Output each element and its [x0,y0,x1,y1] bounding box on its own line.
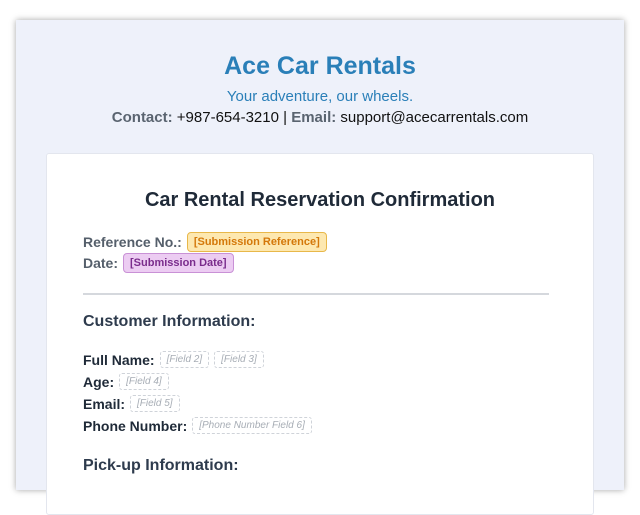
contact-phone: +987-654-3210 [176,109,279,126]
phone-field[interactable]: [Phone Number Field 6] [192,417,312,434]
contact-email[interactable]: support@acecarrentals.com [340,109,528,126]
reservation-title: Car Rental Reservation Confirmation [144,189,496,211]
age-field[interactable]: [Field 4] [119,373,169,390]
email-row: Email: [Field 5] [83,395,180,412]
age-row: Age: [Field 4] [83,373,169,390]
company-name: Ace Car Rentals [224,52,416,80]
document-page: Ace Car Rentals Your adventure, our whee… [16,20,624,515]
date-row: Date: [Submission Date] [83,253,234,273]
section-divider [83,293,549,295]
contact-label: Contact: [111,109,173,126]
phone-row: Phone Number: [Phone Number Field 6] [83,417,312,434]
first-name-field[interactable]: [Field 2] [159,351,210,368]
last-name-field[interactable]: [Field 3] [214,351,264,368]
email-label: Email: [291,109,337,126]
age-label: Age: [83,373,115,390]
contact-line: Contact: +987-654-3210 | Email: support@… [16,109,624,126]
phone-label: Phone Number: [83,417,188,434]
company-tagline: Your adventure, our wheels. [226,88,414,105]
contact-separator: | [283,109,288,126]
email-field[interactable]: [Field 5] [130,395,180,412]
full-name-label: Full Name: [83,351,155,368]
customer-email-label: Email: [83,395,126,412]
reservation-card: Car Rental Reservation Confirmation Refe… [46,153,594,515]
pickup-section-title: Pick-up Information: [83,457,239,474]
reference-badge: [Submission Reference] [186,232,327,252]
customer-section-title: Customer Information: [83,313,256,330]
date-label: Date: [83,255,119,271]
date-badge: [Submission Date] [123,253,234,273]
reference-label: Reference No.: [83,234,182,250]
full-name-row: Full Name: [Field 2] [Field 3] [83,351,264,368]
reference-row: Reference No.: [Submission Reference] [83,232,327,252]
